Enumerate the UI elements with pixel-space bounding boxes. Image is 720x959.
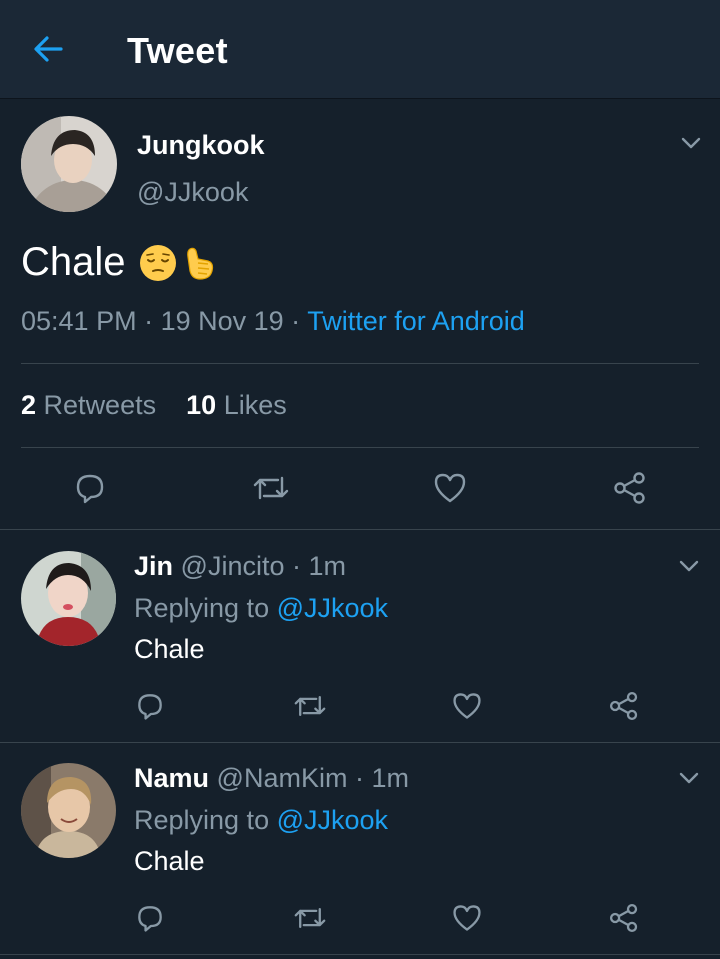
reply-icon[interactable] — [134, 690, 166, 722]
retweets-stat[interactable]: 2 Retweets — [21, 390, 156, 420]
like-icon[interactable] — [451, 902, 483, 934]
retweet-icon[interactable] — [293, 690, 327, 722]
tweet-time: 05:41 PM — [21, 306, 137, 336]
like-icon[interactable] — [432, 470, 468, 506]
tweet-metadata: 05:41 PM · 19 Nov 19 · Twitter for Andro… — [21, 306, 525, 337]
pensive-face-emoji — [139, 244, 176, 281]
reply-author-name[interactable]: Jin — [134, 551, 173, 581]
meta-separator: · — [136, 306, 161, 336]
avatar[interactable] — [21, 116, 117, 212]
reply-time: 1m — [371, 763, 409, 793]
share-icon[interactable] — [608, 902, 640, 934]
meta-separator: · — [284, 551, 309, 581]
reply-time: 1m — [308, 551, 346, 581]
reply-header: Jin @Jincito · 1m — [134, 551, 346, 582]
retweet-icon[interactable] — [252, 470, 290, 506]
tweet-stats: 2 Retweets 10 Likes — [21, 390, 287, 421]
replying-to-label: Replying to — [134, 805, 270, 835]
replying-to: Replying to @JJkook — [134, 805, 388, 836]
chevron-down-icon[interactable] — [676, 765, 702, 791]
reply-tweet[interactable]: Jin @Jincito · 1m Replying to @JJkook Ch… — [0, 531, 720, 743]
retweet-icon[interactable] — [293, 902, 327, 934]
likes-count: 10 — [186, 390, 217, 420]
retweets-label: Retweets — [43, 390, 157, 420]
meta-separator: · — [283, 306, 308, 336]
replying-to-mention[interactable]: @JJkook — [277, 593, 388, 623]
likes-label: Likes — [223, 390, 287, 420]
reply-icon[interactable] — [72, 470, 108, 506]
reply-text: Chale — [134, 846, 205, 876]
reply-tweet[interactable]: Namu @NamKim · 1m Replying to @JJkook Ch… — [0, 743, 720, 955]
main-tweet: Jungkook @JJkook Chale 05:41 PM · 19 Nov… — [0, 100, 720, 530]
avatar[interactable] — [21, 551, 116, 646]
author-handle[interactable]: @JJkook — [137, 177, 248, 208]
tweet-text-content: Chale — [21, 240, 126, 284]
top-app-bar: Tweet — [0, 0, 720, 99]
reply-header: Namu @NamKim · 1m — [134, 763, 409, 794]
reply-author-name[interactable]: Namu — [134, 763, 209, 793]
tweet-text: Chale — [21, 240, 220, 285]
share-icon[interactable] — [612, 470, 648, 506]
tweet-date: 19 Nov 19 — [160, 306, 284, 336]
share-icon[interactable] — [608, 690, 640, 722]
replying-to-mention[interactable]: @JJkook — [277, 805, 388, 835]
divider — [21, 447, 699, 448]
arrow-left-icon[interactable] — [30, 31, 66, 67]
reply-author-handle[interactable]: @Jincito — [181, 551, 285, 581]
like-icon[interactable] — [451, 690, 483, 722]
reply-author-handle[interactable]: @NamKim — [217, 763, 348, 793]
page-title: Tweet — [127, 30, 228, 71]
meta-separator: · — [347, 763, 372, 793]
avatar[interactable] — [21, 763, 116, 858]
divider — [21, 363, 699, 364]
reply-icon[interactable] — [134, 902, 166, 934]
tweet-source-link[interactable]: Twitter for Android — [307, 306, 525, 336]
chevron-down-icon[interactable] — [678, 130, 704, 156]
likes-stat[interactable]: 10 Likes — [186, 390, 287, 420]
replying-to-label: Replying to — [134, 593, 270, 623]
retweets-count: 2 — [21, 390, 37, 420]
chevron-down-icon[interactable] — [676, 553, 702, 579]
replying-to: Replying to @JJkook — [134, 593, 388, 624]
author-name[interactable]: Jungkook — [137, 130, 265, 161]
reply-text: Chale — [134, 634, 205, 664]
call-me-hand-emoji — [186, 247, 213, 280]
